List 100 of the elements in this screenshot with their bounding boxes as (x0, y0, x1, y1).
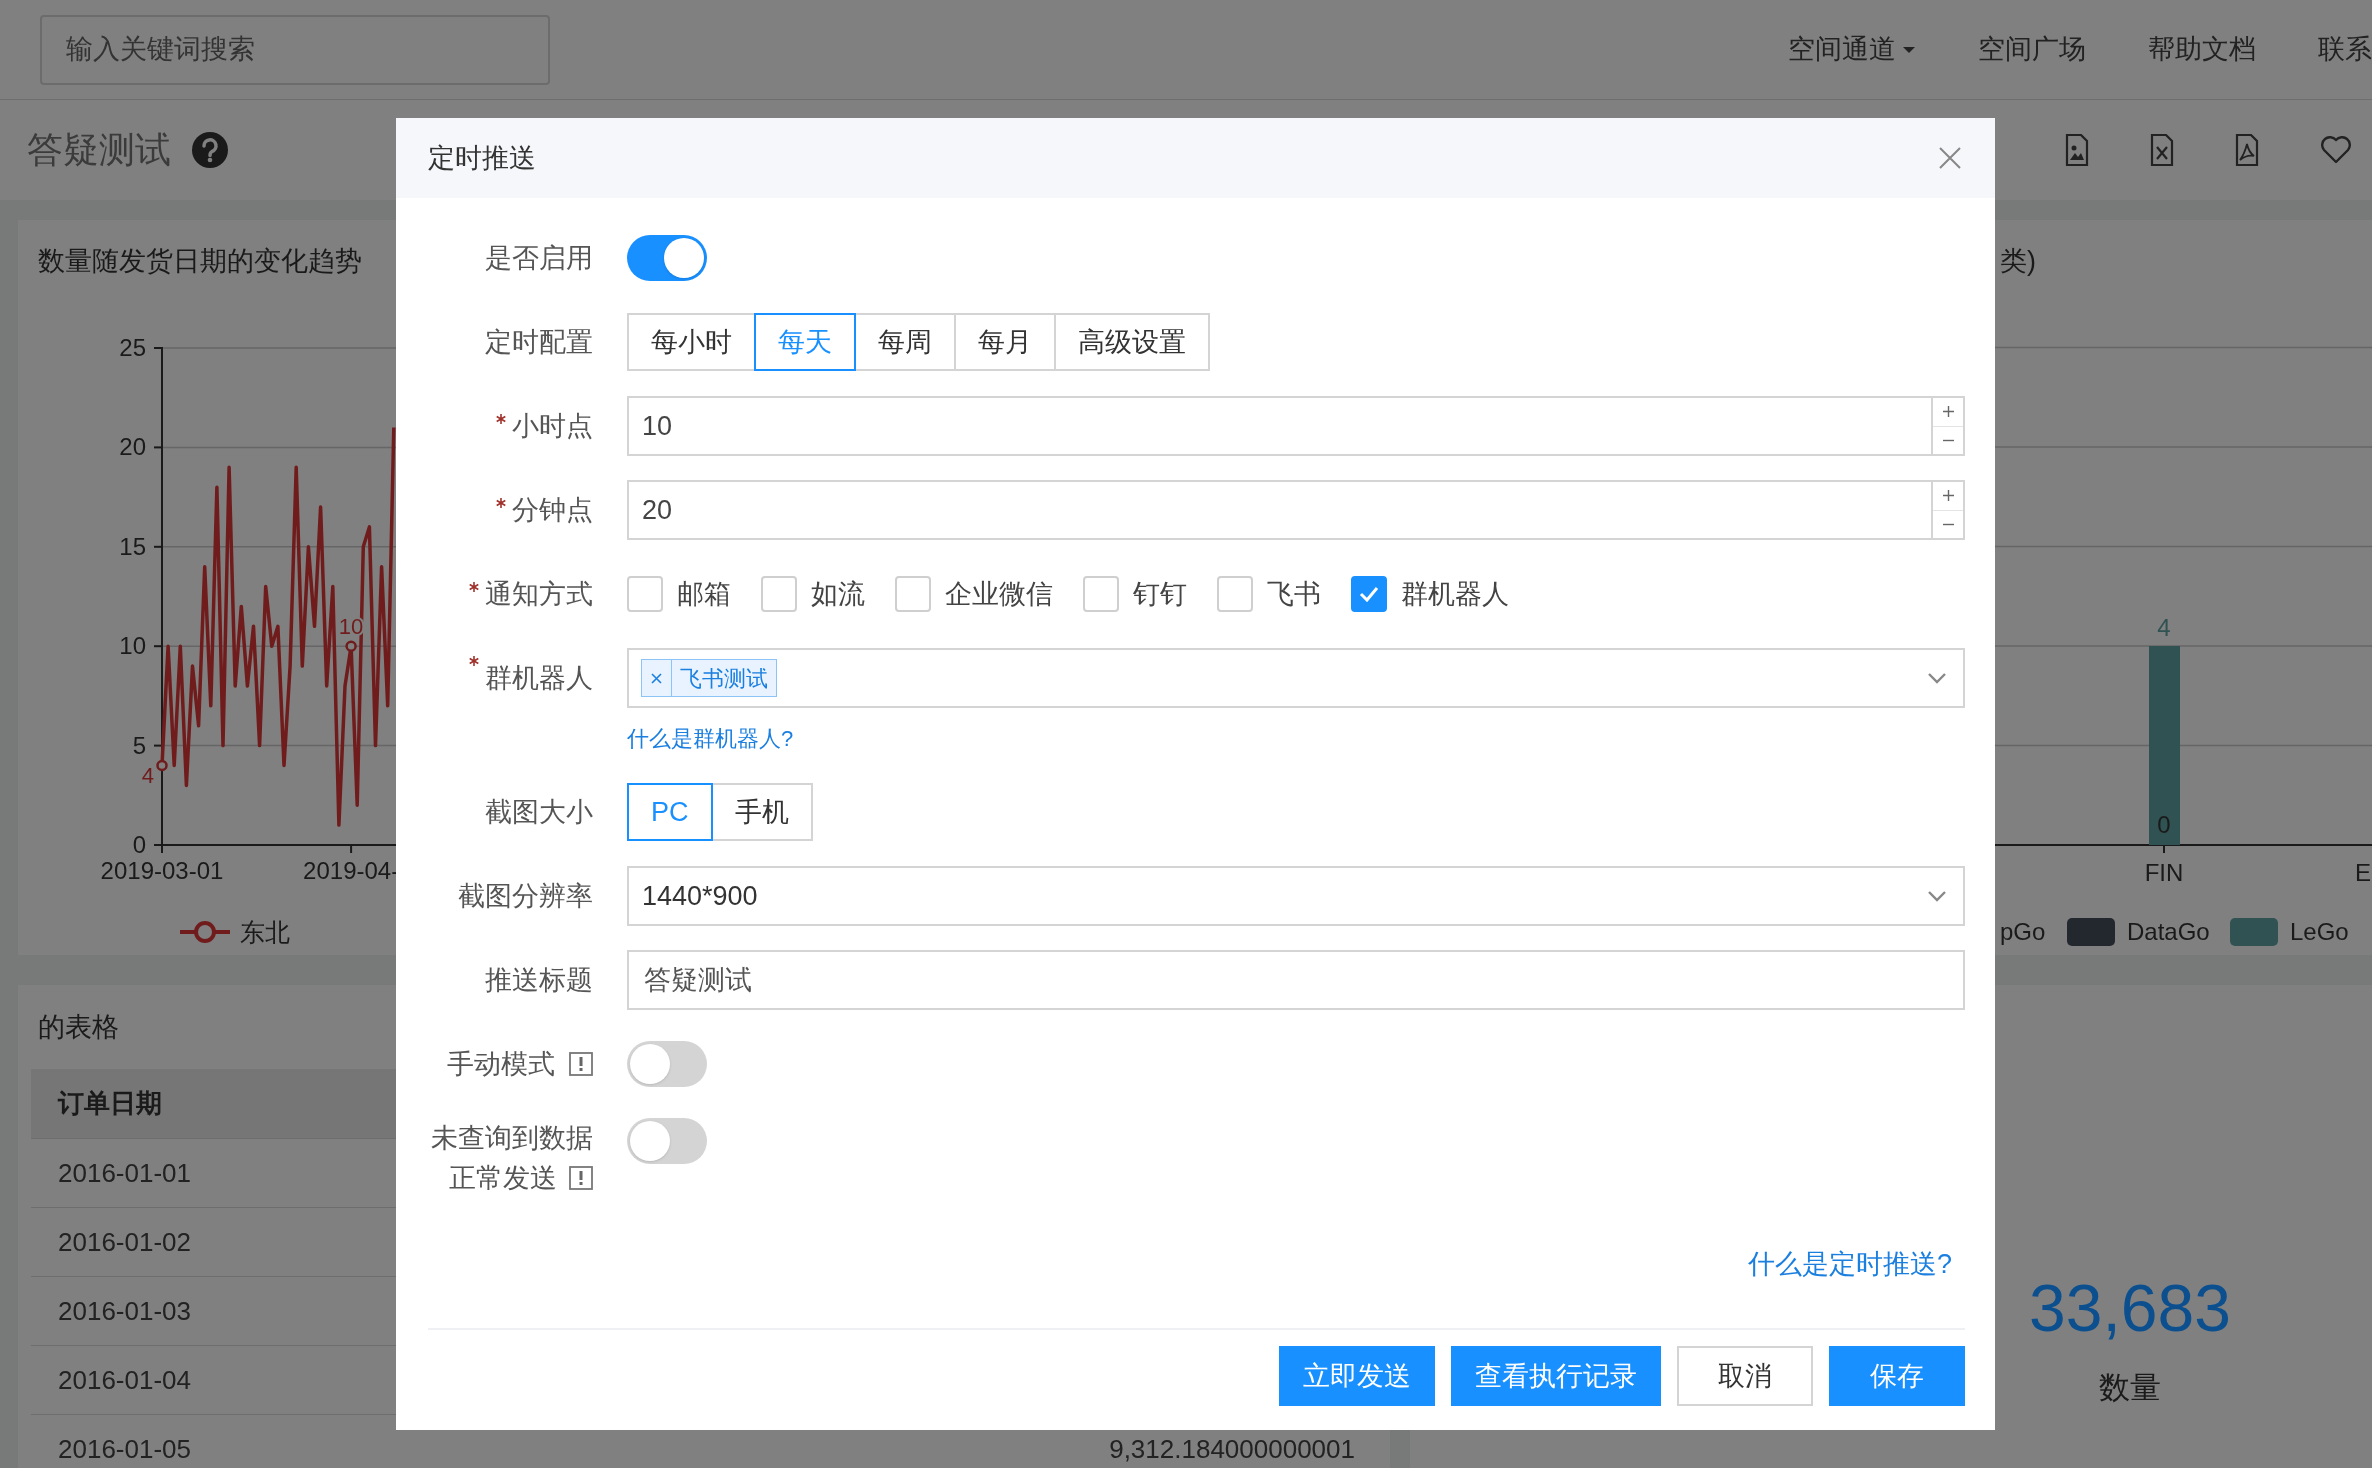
pdf-file-icon[interactable] (2235, 134, 2259, 166)
plus-icon (1942, 490, 1954, 502)
table-cell-text: 2016-01-05 (58, 1432, 191, 1466)
data-label: 4 (2157, 614, 2171, 641)
legend-line-icon (180, 921, 230, 943)
form-label: 手动模式 (447, 1047, 555, 1081)
select-field[interactable]: 1440*900 (627, 866, 1965, 926)
text-input[interactable]: 答疑测试 (627, 950, 1965, 1010)
help-link[interactable]: 什么是定时推送? (1747, 1243, 1952, 1284)
minus-icon (1942, 438, 1954, 442)
form-label: 通知方式 (485, 577, 593, 611)
image-file-icon[interactable] (2065, 134, 2089, 166)
plus-icon (1942, 406, 1954, 418)
form-label: 截图分辨率 (458, 879, 593, 913)
search-field[interactable]: 输入关键词搜索 (40, 14, 550, 85)
legend-label: DataGo (2127, 918, 2210, 945)
column-header: 订单日期 (58, 1087, 162, 1120)
legend-label: LeGo (2290, 918, 2349, 945)
table-cell-text: 2016-01-04 (58, 1363, 191, 1397)
segment-button[interactable]: 高级设置 (1054, 313, 1210, 371)
table-cell-text: 2016-01-02 (58, 1225, 191, 1259)
axis-tick-label: 2019-04- (303, 857, 400, 884)
close-icon (651, 672, 662, 684)
dialog-button[interactable]: 取消 (1677, 1346, 1813, 1406)
chevron-down-icon (1927, 890, 1947, 902)
table-cell-text: 2016-01-03 (58, 1294, 191, 1328)
info-icon[interactable] (569, 1052, 593, 1076)
dialog-title: 定时推送 (428, 141, 536, 175)
checkbox-label: 钉钉 (1133, 577, 1187, 611)
data-label: 4 (141, 763, 154, 789)
table-cell-text: 2016-01-01 (58, 1156, 191, 1190)
excel-file-icon[interactable] (2150, 134, 2174, 166)
segment-button[interactable]: 每月 (954, 313, 1056, 371)
form-label: 截图大小 (485, 795, 593, 829)
check-icon (1359, 586, 1379, 602)
axis-tick-label: 15 (119, 532, 146, 560)
checkbox[interactable] (1351, 576, 1387, 612)
form-label: 是否启用 (485, 241, 593, 275)
chevron-down-icon (1927, 672, 1947, 684)
form-label: 小时点 (512, 409, 593, 443)
table-cell-text: 9,312.184000000001 (1109, 1432, 1355, 1466)
axis-tick-label: 10 (119, 632, 146, 660)
kpi-value: 33,683 (2029, 1275, 2231, 1341)
form-label: 未查询到数据 (431, 1122, 593, 1155)
dialog-button[interactable]: 保存 (1829, 1346, 1965, 1406)
toggle-switch[interactable] (627, 1118, 707, 1164)
segment-button[interactable]: 每天 (754, 313, 856, 371)
axis-tick-label: FIN (2144, 859, 2184, 886)
data-label: 0 (2157, 811, 2171, 838)
form-label: 群机器人 (485, 661, 593, 695)
nav-link[interactable]: 空间广场 (1978, 29, 2086, 70)
tag-label: 飞书测试 (679, 664, 769, 693)
segment-button[interactable]: 每周 (854, 313, 956, 371)
multi-select[interactable]: 飞书测试 (627, 648, 1965, 708)
toggle-switch[interactable] (627, 235, 707, 281)
nav-link[interactable]: 联系 (2318, 29, 2372, 70)
form-label: 推送标题 (485, 963, 593, 997)
data-point-marker (156, 759, 168, 772)
checkbox-label: 邮箱 (677, 577, 731, 611)
card-title: 的表格 (38, 1010, 119, 1044)
checkbox[interactable] (761, 576, 797, 612)
axis-tick-label: 2019-03-01 (100, 857, 224, 884)
legend-swatch (2067, 918, 2115, 946)
axis-tick-label: 20 (119, 433, 146, 461)
segment-button[interactable]: PC (627, 783, 713, 841)
nav-link[interactable]: 帮助文档 (2148, 29, 2256, 70)
dialog-button[interactable]: 查看执行记录 (1451, 1346, 1661, 1406)
minus-icon (1942, 522, 1954, 526)
tag[interactable]: 飞书测试 (641, 659, 777, 697)
dialog-button[interactable]: 立即发送 (1279, 1346, 1435, 1406)
heart-icon[interactable] (2320, 136, 2352, 164)
checkbox[interactable] (1083, 576, 1119, 612)
kpi-label: 数量 (2099, 1369, 2161, 1407)
info-icon[interactable] (569, 1166, 593, 1190)
toggle-switch[interactable] (627, 1041, 707, 1087)
number-input[interactable]: 10 (627, 396, 1931, 456)
select-value: 1440*900 (642, 879, 758, 913)
form-label: 定时配置 (485, 325, 593, 359)
checkbox-label: 如流 (811, 577, 865, 611)
nav-link[interactable]: 空间通道 (1788, 29, 1916, 70)
checkbox[interactable] (895, 576, 931, 612)
checkbox[interactable] (1217, 576, 1253, 612)
form-label: 分钟点 (512, 493, 593, 527)
chart-title: 类) (2000, 246, 2036, 276)
chart-title: 数量随发货日期的变化趋势 (38, 246, 362, 276)
form-label: 正常发送 (449, 1162, 557, 1195)
help-icon[interactable] (191, 131, 229, 169)
axis-tick-label: 25 (119, 334, 146, 361)
close-icon (1938, 146, 1962, 170)
axis-tick-label: 5 (132, 731, 146, 759)
checkbox-label: 飞书 (1267, 577, 1321, 611)
checkbox-label: 群机器人 (1401, 577, 1509, 611)
legend-label: 东北 (240, 918, 290, 946)
legend-label: pGo (2000, 918, 2046, 945)
help-link[interactable]: 什么是群机器人? (627, 720, 794, 758)
segment-button[interactable]: 每小时 (627, 313, 756, 371)
number-input[interactable]: 20 (627, 480, 1931, 540)
checkbox[interactable] (627, 576, 663, 612)
segment-button[interactable]: 手机 (710, 783, 813, 841)
axis-tick-label: E (2355, 859, 2371, 886)
